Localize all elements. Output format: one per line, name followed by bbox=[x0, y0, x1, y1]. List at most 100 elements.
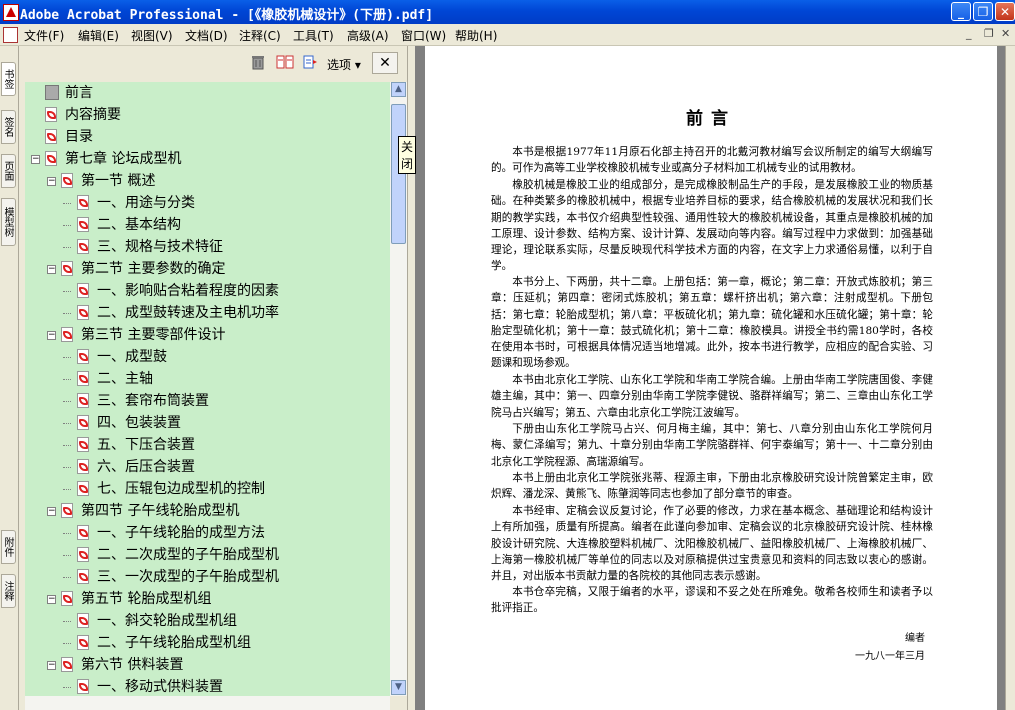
pdf-bookmark-icon bbox=[77, 283, 89, 298]
bookmark-item[interactable]: 四、包装装置 bbox=[25, 412, 390, 434]
tree-connector bbox=[63, 401, 71, 402]
trash-icon[interactable] bbox=[250, 54, 266, 70]
menu-help[interactable]: 帮助(H) bbox=[455, 27, 497, 44]
bookmark-item[interactable]: 三、规格与技术特征 bbox=[25, 236, 390, 258]
bookmark-item[interactable]: 内容摘要 bbox=[25, 104, 390, 126]
bookmark-label: 一、用途与分类 bbox=[97, 195, 195, 211]
acrobat-app-icon[interactable] bbox=[3, 4, 19, 21]
close-panel-button[interactable]: ✕ bbox=[372, 52, 398, 74]
bookmark-item[interactable]: 七、压辊包边成型机的控制 bbox=[25, 478, 390, 500]
expand-bookmark-icon[interactable] bbox=[276, 54, 294, 70]
bookmark-label: 二、二次成型的子午胎成型机 bbox=[97, 547, 279, 563]
bookmark-item[interactable]: 三、一次成型的子午胎成型机 bbox=[25, 566, 390, 588]
bookmark-item[interactable]: 一、子午线轮胎的成型方法 bbox=[25, 522, 390, 544]
menu-edit[interactable]: 编辑(E) bbox=[78, 27, 119, 44]
restore-button[interactable]: ❐ bbox=[973, 2, 993, 21]
close-tooltip: 关闭 bbox=[398, 136, 417, 174]
bookmark-label: 三、一次成型的子午胎成型机 bbox=[97, 569, 279, 585]
tab-comments[interactable]: 注释 bbox=[1, 574, 16, 608]
bookmark-item[interactable]: 一、成型鼓 bbox=[25, 346, 390, 368]
menu-file[interactable]: 文件(F) bbox=[24, 27, 64, 44]
pdf-bookmark-icon bbox=[61, 503, 73, 518]
document-menu-icon[interactable] bbox=[3, 27, 18, 43]
bookmark-item[interactable]: − 第六节 供料装置 bbox=[25, 654, 390, 676]
scroll-up-arrow[interactable]: ▲ bbox=[391, 82, 406, 97]
bookmark-item[interactable]: 一、影响贴合粘着程度的因素 bbox=[25, 280, 390, 302]
preface-paragraph: 本书经审、定稿会议反复讨论，作了必要的修改，力求在基本概念、基础理论和结构设计上… bbox=[491, 505, 933, 583]
close-window-button[interactable]: ✕ bbox=[995, 2, 1015, 21]
options-menu[interactable]: 选项 ▾ bbox=[327, 56, 361, 73]
collapse-toggle-icon[interactable]: − bbox=[47, 177, 56, 186]
collapse-toggle-icon[interactable]: − bbox=[47, 661, 56, 670]
bookmark-item[interactable]: 目录 bbox=[25, 126, 390, 148]
bookmark-item[interactable]: 一、斜交轮胎成型机组 bbox=[25, 610, 390, 632]
bookmark-label: 七、压辊包边成型机的控制 bbox=[97, 481, 265, 497]
navigation-tabs: 书签 签名 页面 模型树 附件 注释 bbox=[0, 46, 19, 710]
preface-paragraph: 下册由山东化工学院马占兴、何月梅主编，其中：第七、八章分别由山东化工学院何月梅、… bbox=[491, 423, 933, 468]
document-view[interactable]: 前言 本书是根据1977年11月原石化部主持召开的北戴河教材编写会议所制定的编写… bbox=[415, 46, 1005, 710]
bookmark-item[interactable]: 二、成型鼓转速及主电机功率 bbox=[25, 302, 390, 324]
menu-advanced[interactable]: 高级(A) bbox=[347, 27, 389, 44]
collapse-toggle-icon[interactable]: − bbox=[47, 331, 56, 340]
bookmark-item[interactable]: 六、后压合装置 bbox=[25, 456, 390, 478]
bookmark-horizontal-scrollbar[interactable] bbox=[25, 696, 390, 710]
doc-restore-button[interactable]: ❐ bbox=[984, 27, 994, 40]
page-gray-icon bbox=[45, 85, 59, 100]
menu-view[interactable]: 视图(V) bbox=[131, 27, 173, 44]
pdf-bookmark-icon bbox=[77, 525, 89, 540]
pdf-bookmark-icon bbox=[77, 349, 89, 364]
menu-tools[interactable]: 工具(T) bbox=[293, 27, 334, 44]
tree-connector bbox=[63, 357, 71, 358]
menu-document[interactable]: 文档(D) bbox=[185, 27, 228, 44]
collapse-toggle-icon[interactable]: − bbox=[47, 507, 56, 516]
bookmark-item[interactable]: − 第二节 主要参数的确定 bbox=[25, 258, 390, 280]
tab-bookmarks[interactable]: 书签 bbox=[1, 62, 16, 96]
bookmark-item[interactable]: − 第一节 概述 bbox=[25, 170, 390, 192]
doc-close-button[interactable]: ✕ bbox=[1001, 27, 1010, 40]
pdf-bookmark-icon bbox=[77, 679, 89, 694]
collapse-toggle-icon[interactable]: − bbox=[31, 155, 40, 164]
bookmark-item[interactable]: − 第三节 主要零部件设计 bbox=[25, 324, 390, 346]
bookmark-item[interactable]: 前言 bbox=[25, 82, 390, 104]
bookmark-item[interactable]: 二、主轴 bbox=[25, 368, 390, 390]
tree-connector bbox=[63, 445, 71, 446]
tree-connector bbox=[63, 467, 71, 468]
tab-signatures[interactable]: 签名 bbox=[1, 110, 16, 144]
bookmark-item[interactable]: − 第五节 轮胎成型机组 bbox=[25, 588, 390, 610]
bookmark-item[interactable]: 一、移动式供料装置 bbox=[25, 676, 390, 696]
doc-minimize-button[interactable]: _ bbox=[966, 27, 972, 40]
scroll-thumb[interactable] bbox=[391, 104, 406, 244]
pdf-bookmark-icon bbox=[77, 217, 89, 232]
signature-date: 一九八一年三月 bbox=[855, 651, 925, 662]
tab-model-tree[interactable]: 模型树 bbox=[1, 198, 16, 246]
bookmark-item[interactable]: 二、子午线轮胎成型机组 bbox=[25, 632, 390, 654]
bookmark-label: 三、规格与技术特征 bbox=[97, 239, 223, 255]
preface-paragraph: 本书上册由北京化工学院张兆蒂、程源主审，下册由北京橡胶研究设计院曾繁定主审，欧炽… bbox=[491, 472, 933, 501]
bookmark-label: 四、包装装置 bbox=[97, 415, 181, 431]
new-bookmark-icon[interactable] bbox=[302, 54, 318, 70]
pdf-bookmark-icon bbox=[61, 327, 73, 342]
bookmark-item[interactable]: 二、二次成型的子午胎成型机 bbox=[25, 544, 390, 566]
pdf-bookmark-icon bbox=[77, 415, 89, 430]
collapse-toggle-icon[interactable]: − bbox=[47, 265, 56, 274]
scroll-down-arrow[interactable]: ▼ bbox=[391, 680, 406, 695]
bookmark-item[interactable]: − 第四节 子午线轮胎成型机 bbox=[25, 500, 390, 522]
bookmark-item[interactable]: − 第七章 论坛成型机 bbox=[25, 148, 390, 170]
bookmark-item[interactable]: 三、套帘布筒装置 bbox=[25, 390, 390, 412]
bookmark-label: 二、主轴 bbox=[97, 371, 153, 387]
bookmark-label: 一、移动式供料装置 bbox=[97, 679, 223, 695]
bookmark-item[interactable]: 二、基本结构 bbox=[25, 214, 390, 236]
tab-pages[interactable]: 页面 bbox=[1, 154, 16, 188]
tab-attachments[interactable]: 附件 bbox=[1, 530, 16, 564]
pdf-page: 前言 本书是根据1977年11月原石化部主持召开的北戴河教材编写会议所制定的编写… bbox=[425, 46, 997, 710]
bookmark-item[interactable]: 五、下压合装置 bbox=[25, 434, 390, 456]
bookmark-vertical-scrollbar[interactable]: ▲ ▼ bbox=[390, 82, 407, 696]
minimize-button[interactable]: _ bbox=[951, 2, 971, 21]
right-edge-scrollbar[interactable] bbox=[1005, 46, 1015, 710]
menu-comments[interactable]: 注释(C) bbox=[239, 27, 281, 44]
menu-window[interactable]: 窗口(W) bbox=[401, 27, 446, 44]
bookmark-label: 第五节 轮胎成型机组 bbox=[81, 591, 212, 607]
bookmark-item[interactable]: 一、用途与分类 bbox=[25, 192, 390, 214]
preface-paragraph: 本书是根据1977年11月原石化部主持召开的北戴河教材编写会议所制定的编写大纲编… bbox=[491, 146, 933, 175]
collapse-toggle-icon[interactable]: − bbox=[47, 595, 56, 604]
